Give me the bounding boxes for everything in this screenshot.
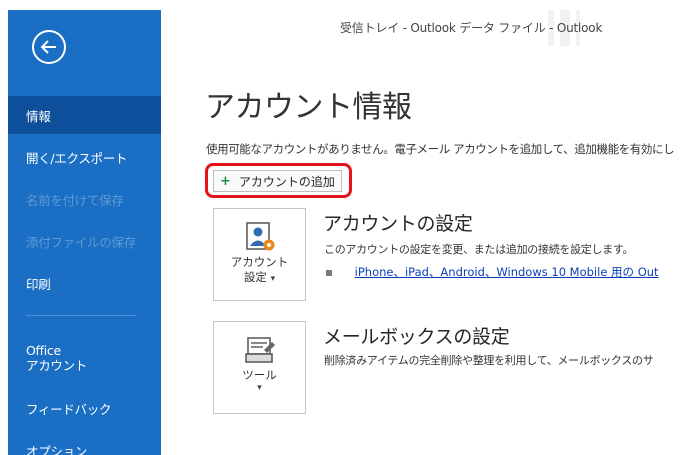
- sidebar-item-label: 開く/エクスポート: [26, 150, 128, 166]
- sidebar-item-label: 名前を付けて保存: [26, 192, 124, 208]
- plus-icon: +: [220, 173, 231, 189]
- caret-down-icon: ▾: [257, 383, 262, 393]
- sidebar-item-label: 印刷: [26, 276, 51, 292]
- account-settings-tile[interactable]: アカウント 設定 ▾: [213, 208, 306, 301]
- sidebar-item-open-export[interactable]: 開く/エクスポート: [8, 138, 161, 176]
- sidebar-item-label: アカウント: [26, 358, 88, 373]
- account-settings-heading: アカウントの設定: [323, 213, 473, 235]
- mobile-app-link-row: iPhone、iPad、Android、Windows 10 Mobile 用の…: [326, 264, 659, 280]
- add-account-label: アカウントの追加: [238, 174, 335, 189]
- tile-label: 設定: [243, 270, 267, 284]
- page-title: アカウント情報: [205, 90, 412, 125]
- back-arrow-icon: [40, 40, 56, 54]
- mailbox-settings-description: 削除済みアイテムの完全削除や整理を利用して、メールボックスのサ: [324, 354, 654, 367]
- account-settings-icon: [245, 222, 274, 251]
- no-account-message: 使用可能なアカウントがありません。電子メール アカウントを追加して、追加機能を有…: [206, 142, 675, 156]
- backstage-sidebar: 情報 開く/エクスポート 名前を付けて保存 添付ファイルの保存 印刷 Offic…: [8, 10, 161, 455]
- app-window: 受信トレイ - Outlook データ ファイル - Outlook 情報 開く…: [0, 0, 685, 455]
- caret-down-icon: ▾: [270, 274, 276, 284]
- sidebar-item-options[interactable]: オプション: [8, 431, 161, 455]
- sidebar-item-print[interactable]: 印刷: [8, 264, 161, 302]
- sidebar-item-office-account[interactable]: Office アカウント: [8, 336, 161, 380]
- tile-label: ツール: [242, 368, 277, 382]
- sidebar-divider: [26, 315, 136, 316]
- window-title: 受信トレイ - Outlook データ ファイル - Outlook: [340, 21, 603, 35]
- mobile-app-link[interactable]: iPhone、iPad、Android、Windows 10 Mobile 用の…: [355, 265, 659, 279]
- sidebar-item-info[interactable]: 情報: [8, 96, 161, 134]
- add-account-button[interactable]: + アカウントの追加: [213, 170, 342, 192]
- sidebar-item-feedback[interactable]: フィードバック: [8, 389, 161, 427]
- tile-label-line2: 設定 ▾: [244, 270, 275, 287]
- sidebar-item-save-as: 名前を付けて保存: [8, 180, 161, 218]
- tools-tile[interactable]: ツール ▾: [213, 321, 306, 414]
- sidebar-item-label: フィードバック: [26, 401, 112, 417]
- sidebar-item-label: 情報: [26, 108, 51, 124]
- tile-label: アカウント: [230, 255, 289, 269]
- sidebar-item-label: Office: [26, 343, 61, 358]
- back-button[interactable]: [32, 30, 66, 64]
- tools-icon: [244, 337, 275, 363]
- account-settings-description: このアカウントの設定を変更、または追加の接続を設定します。: [324, 243, 634, 256]
- sidebar-item-label: オプション: [26, 443, 88, 455]
- mailbox-settings-heading: メールボックスの設定: [323, 326, 510, 348]
- bullet-icon: [326, 269, 332, 276]
- highlight-frame: + アカウントの追加: [205, 163, 352, 198]
- sidebar-item-label: 添付ファイルの保存: [26, 234, 136, 250]
- sidebar-item-save-attachments: 添付ファイルの保存: [8, 222, 161, 260]
